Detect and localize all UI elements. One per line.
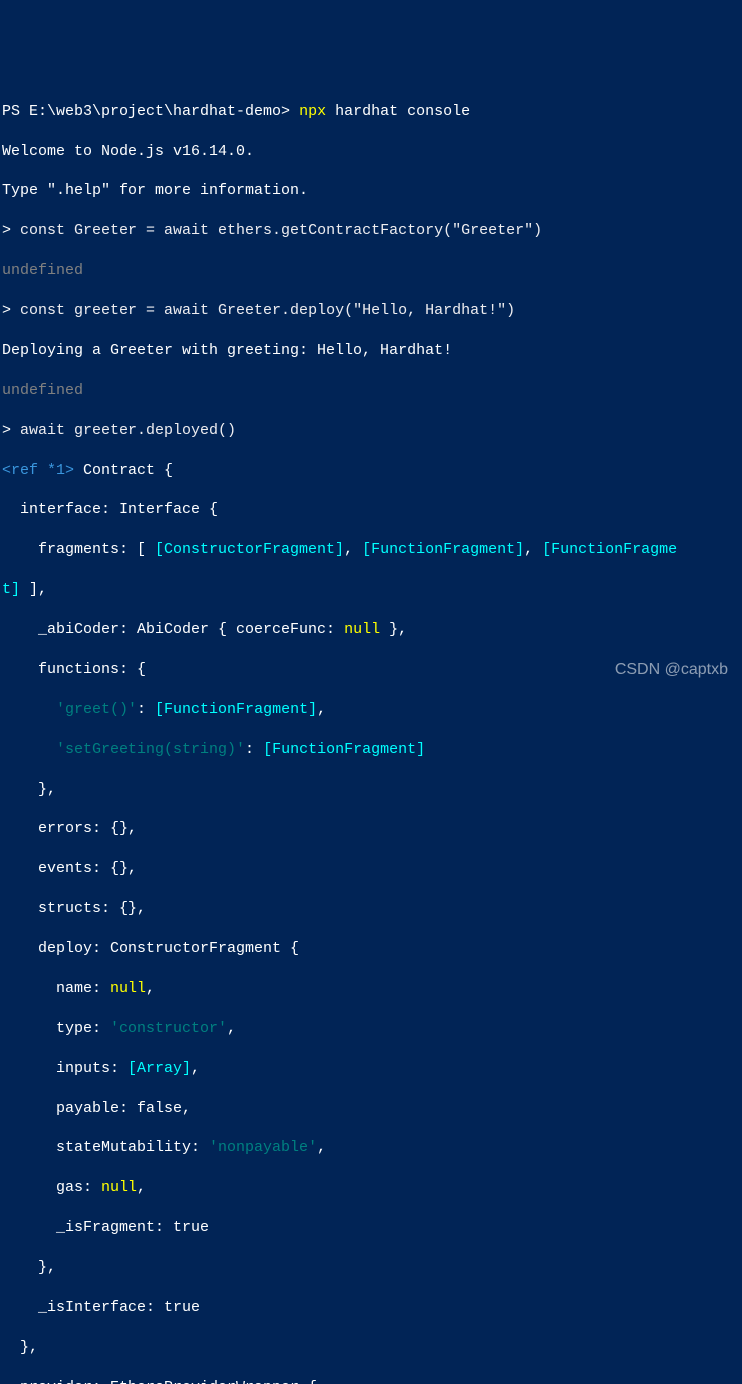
output-line: t] ], (2, 580, 742, 600)
code-line: await greeter.deployed() (20, 422, 236, 439)
input-line-2: > const greeter = await Greeter.deploy("… (2, 301, 742, 321)
string-key: 'greet()' (56, 701, 137, 718)
output-line: deploy: ConstructorFragment { (2, 939, 742, 959)
output-line: gas: null, (2, 1178, 742, 1198)
terminal-output[interactable]: PS E:\web3\project\hardhat-demo> npx har… (0, 80, 742, 1384)
string-value: 'nonpayable' (209, 1139, 317, 1156)
output-line: name: null, (2, 979, 742, 999)
cmd-word: npx (299, 103, 326, 120)
string-key: 'setGreeting(string)' (56, 741, 245, 758)
ref-marker: <ref *1> (2, 462, 74, 479)
output-line: interface: Interface { (2, 500, 742, 520)
ps-prompt: PS E:\web3\project\hardhat-demo> (2, 103, 299, 120)
string-value: 'constructor' (110, 1020, 227, 1037)
output-line: 'setGreeting(string)': [FunctionFragment… (2, 740, 742, 760)
output-line: structs: {}, (2, 899, 742, 919)
output-line: inputs: [Array], (2, 1059, 742, 1079)
watermark: CSDN @captxb (615, 659, 728, 680)
output-line: }, (2, 780, 742, 800)
code-line: const Greeter = await ethers.getContract… (20, 222, 542, 239)
input-line-3: > await greeter.deployed() (2, 421, 742, 441)
deploy-message: Deploying a Greeter with greeting: Hello… (2, 341, 742, 361)
output-line: _isInterface: true (2, 1298, 742, 1318)
output-line: provider: EthersProviderWrapper { (2, 1378, 742, 1384)
undefined-1: undefined (2, 261, 742, 281)
output-line: _abiCoder: AbiCoder { coerceFunc: null }… (2, 620, 742, 640)
undefined-2: undefined (2, 381, 742, 401)
output-line: _isFragment: true (2, 1218, 742, 1238)
input-line-1: > const Greeter = await ethers.getContra… (2, 221, 742, 241)
output-line: events: {}, (2, 859, 742, 879)
prompt-line: PS E:\web3\project\hardhat-demo> npx har… (2, 102, 742, 122)
output-line: }, (2, 1338, 742, 1358)
welcome-2: Type ".help" for more information. (2, 181, 742, 201)
output-line: fragments: [ [ConstructorFragment], [Fun… (2, 540, 742, 560)
output-line: errors: {}, (2, 819, 742, 839)
output-line: type: 'constructor', (2, 1019, 742, 1039)
output-line: }, (2, 1258, 742, 1278)
output-line: 'greet()': [FunctionFragment], (2, 700, 742, 720)
welcome-1: Welcome to Node.js v16.14.0. (2, 142, 742, 162)
cmd-rest: hardhat console (326, 103, 470, 120)
output-line: payable: false, (2, 1099, 742, 1119)
output-line: <ref *1> Contract { (2, 461, 742, 481)
output-line: stateMutability: 'nonpayable', (2, 1138, 742, 1158)
code-line: const greeter = await Greeter.deploy("He… (20, 302, 515, 319)
